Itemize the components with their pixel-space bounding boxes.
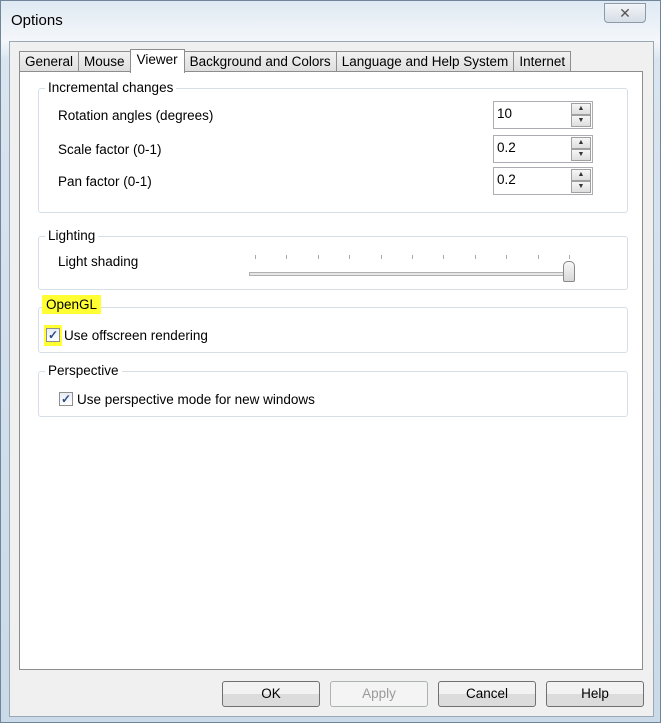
spin-down-button[interactable]: ▼	[571, 149, 591, 161]
slider-tick	[255, 255, 256, 259]
slider-tick	[286, 255, 288, 259]
light-shading-label: Light shading	[58, 254, 139, 269]
slider-tick	[349, 255, 351, 259]
ok-button[interactable]: OK	[222, 681, 320, 707]
group-title: Incremental changes	[45, 80, 177, 95]
perspective-label[interactable]: Use perspective mode for new windows	[77, 392, 315, 407]
rotation-label: Rotation angles (degrees)	[58, 108, 214, 123]
scale-spinbox[interactable]: 0.2 ▲ ▼	[493, 135, 593, 163]
slider-track	[249, 272, 574, 276]
spin-down-button[interactable]: ▼	[571, 181, 591, 193]
incremental-changes-group: Incremental changes Rotation angles (deg…	[38, 80, 628, 213]
slider-tick	[506, 255, 508, 259]
pan-spinbox[interactable]: 0.2 ▲ ▼	[493, 167, 593, 195]
close-icon: ✕	[619, 5, 631, 21]
tab-bar: General Mouse Viewer Background and Colo…	[19, 49, 572, 73]
group-title: Perspective	[45, 363, 122, 378]
tab-language-and-help[interactable]: Language and Help System	[335, 51, 515, 73]
pan-label: Pan factor (0-1)	[58, 174, 152, 189]
slider-tick	[380, 255, 382, 259]
spin-down-button[interactable]: ▼	[571, 115, 591, 127]
slider-tick	[537, 255, 539, 259]
offscreen-rendering-checkbox[interactable]: ✓	[46, 328, 60, 342]
pan-value[interactable]: 0.2	[497, 172, 516, 187]
window-title: Options	[11, 12, 63, 29]
slider-tick	[412, 255, 413, 259]
lighting-group: Lighting Light shading	[38, 228, 628, 290]
perspective-group: Perspective ✓ Use perspective mode for n…	[38, 363, 628, 417]
slider-tick	[569, 255, 570, 259]
scale-label: Scale factor (0-1)	[58, 142, 162, 157]
offscreen-rendering-label[interactable]: Use offscreen rendering	[64, 328, 208, 343]
rotation-value[interactable]: 10	[497, 106, 512, 121]
tab-general[interactable]: General	[19, 51, 80, 73]
spin-up-button[interactable]: ▲	[571, 169, 591, 181]
apply-button[interactable]: Apply	[330, 681, 428, 707]
group-title: OpenGL	[42, 295, 102, 314]
slider-tick	[317, 255, 319, 259]
scale-value[interactable]: 0.2	[497, 140, 516, 155]
opengl-group: OpenGL ✓ Use offscreen rendering	[38, 295, 628, 353]
cancel-button[interactable]: Cancel	[438, 681, 536, 707]
slider-tick	[474, 255, 476, 259]
tab-viewer[interactable]: Viewer	[129, 49, 185, 73]
spin-up-button[interactable]: ▲	[571, 103, 591, 115]
tab-internet[interactable]: Internet	[513, 51, 572, 73]
spin-up-button[interactable]: ▲	[571, 137, 591, 149]
close-button[interactable]: ✕	[604, 3, 646, 23]
group-title: Lighting	[45, 228, 99, 243]
light-shading-slider[interactable]	[249, 249, 579, 289]
perspective-checkbox[interactable]: ✓	[59, 392, 73, 406]
options-dialog: Options ✕ General Mouse Viewer Backgroun…	[0, 0, 661, 723]
slider-thumb[interactable]	[563, 261, 575, 282]
tab-mouse[interactable]: Mouse	[78, 51, 131, 73]
help-button[interactable]: Help	[546, 681, 644, 707]
viewer-panel: Incremental changes Rotation angles (deg…	[19, 71, 643, 670]
slider-tick	[443, 255, 445, 259]
rotation-spinbox[interactable]: 10 ▲ ▼	[493, 101, 593, 129]
tab-background-and-colors[interactable]: Background and Colors	[183, 51, 337, 73]
